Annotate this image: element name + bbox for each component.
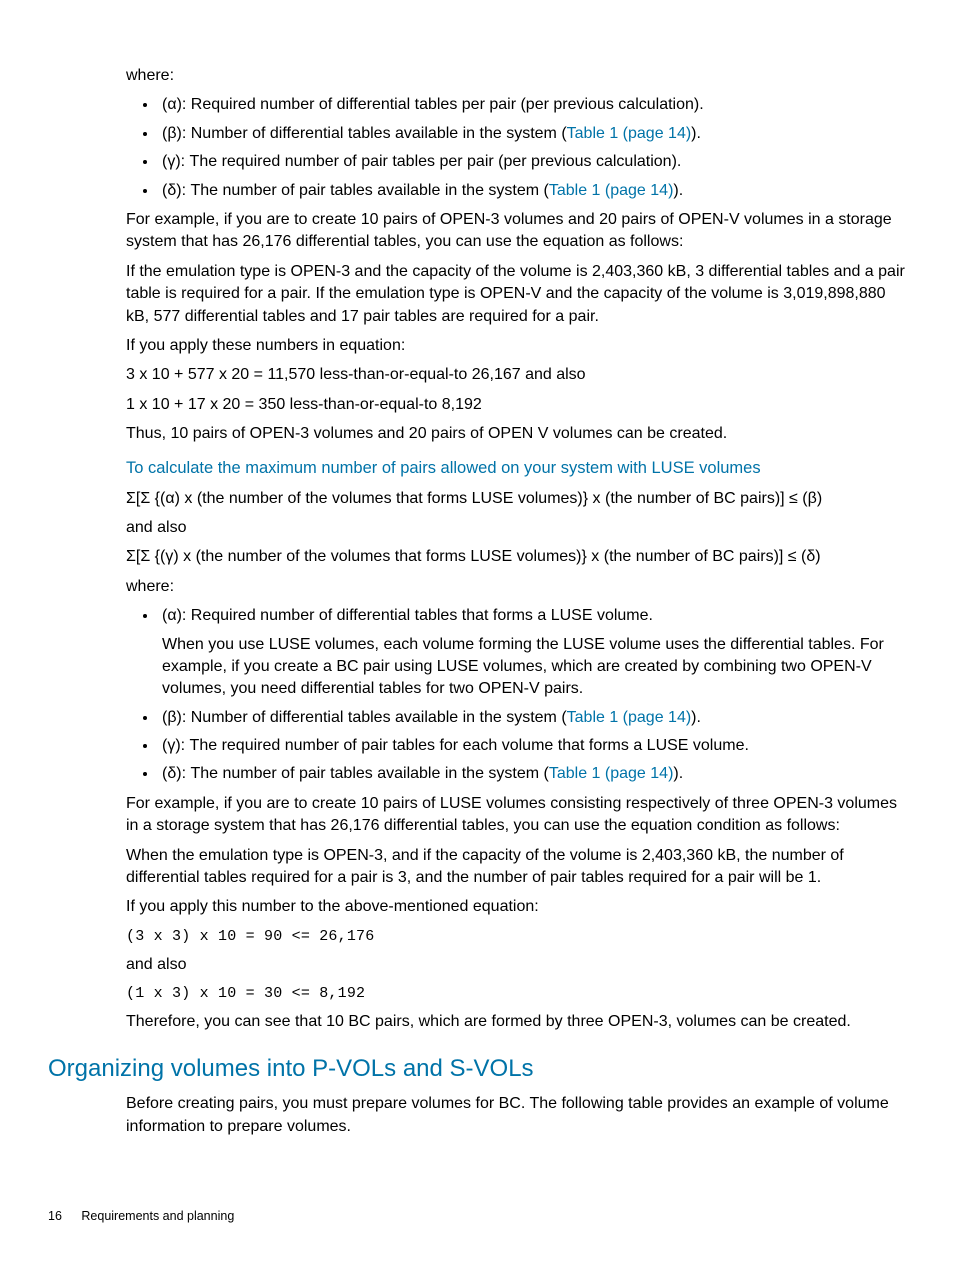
list-text: ). xyxy=(691,125,701,142)
section-link-luse[interactable]: To calculate the maximum number of pairs… xyxy=(126,457,906,480)
paragraph: and also xyxy=(126,954,906,976)
list-item: (α): Required number of differential tab… xyxy=(158,94,906,116)
paragraph: For example, if you are to create 10 pai… xyxy=(126,793,906,838)
where-label: where: xyxy=(126,65,906,87)
list-text: (γ): The required number of pair tables … xyxy=(162,153,681,170)
paragraph: Thus, 10 pairs of OPEN-3 volumes and 20 … xyxy=(126,423,906,445)
definition-list-1: (α): Required number of differential tab… xyxy=(126,94,906,202)
list-subtext: When you use LUSE volumes, each volume f… xyxy=(162,634,906,701)
paragraph: Therefore, you can see that 10 BC pairs,… xyxy=(126,1011,906,1033)
code-text: (1 x 3) x 10 = 30 <= 8,192 xyxy=(126,983,906,1004)
equation-text: 1 x 10 + 17 x 20 = 350 less-than-or-equa… xyxy=(126,394,906,416)
paragraph: When the emulation type is OPEN-3, and i… xyxy=(126,845,906,890)
paragraph: If you apply these numbers in equation: xyxy=(126,335,906,357)
list-text: (γ): The required number of pair tables … xyxy=(162,737,749,754)
main-content: where: (α): Required number of different… xyxy=(126,65,906,1138)
heading-organizing-volumes: Organizing volumes into P-VOLs and S-VOL… xyxy=(48,1052,906,1086)
list-text: (α): Required number of differential tab… xyxy=(162,96,704,113)
table-link[interactable]: Table 1 (page 14) xyxy=(549,765,674,782)
paragraph: Before creating pairs, you must prepare … xyxy=(126,1093,906,1138)
list-text: ). xyxy=(673,765,683,782)
equation-text: Σ[Σ {(α) x (the number of the volumes th… xyxy=(126,488,906,510)
code-text: (3 x 3) x 10 = 90 <= 26,176 xyxy=(126,926,906,947)
paragraph: and also xyxy=(126,517,906,539)
list-text: (δ): The number of pair tables available… xyxy=(162,182,549,199)
list-item: (α): Required number of differential tab… xyxy=(158,605,906,701)
where-label: where: xyxy=(126,576,906,598)
paragraph: If the emulation type is OPEN-3 and the … xyxy=(126,261,906,328)
list-item: (δ): The number of pair tables available… xyxy=(158,763,906,785)
list-text: (δ): The number of pair tables available… xyxy=(162,765,549,782)
list-item: (δ): The number of pair tables available… xyxy=(158,180,906,202)
list-text: ). xyxy=(691,709,701,726)
page-footer: 16 Requirements and planning xyxy=(48,1208,234,1226)
equation-text: Σ[Σ {(γ) x (the number of the volumes th… xyxy=(126,546,906,568)
definition-list-2: (α): Required number of differential tab… xyxy=(126,605,906,786)
page-number: 16 xyxy=(48,1209,62,1223)
list-item: (β): Number of differential tables avail… xyxy=(158,707,906,729)
table-link[interactable]: Table 1 (page 14) xyxy=(567,125,692,142)
footer-chapter: Requirements and planning xyxy=(81,1209,234,1223)
table-link[interactable]: Table 1 (page 14) xyxy=(567,709,692,726)
list-item: (γ): The required number of pair tables … xyxy=(158,735,906,757)
list-text: (β): Number of differential tables avail… xyxy=(162,125,567,142)
list-item: (γ): The required number of pair tables … xyxy=(158,151,906,173)
list-text: (α): Required number of differential tab… xyxy=(162,607,653,624)
paragraph: If you apply this number to the above-me… xyxy=(126,896,906,918)
paragraph: For example, if you are to create 10 pai… xyxy=(126,209,906,254)
list-text: ). xyxy=(673,182,683,199)
list-item: (β): Number of differential tables avail… xyxy=(158,123,906,145)
table-link[interactable]: Table 1 (page 14) xyxy=(549,182,674,199)
list-text: (β): Number of differential tables avail… xyxy=(162,709,567,726)
equation-text: 3 x 10 + 577 x 20 = 11,570 less-than-or-… xyxy=(126,364,906,386)
